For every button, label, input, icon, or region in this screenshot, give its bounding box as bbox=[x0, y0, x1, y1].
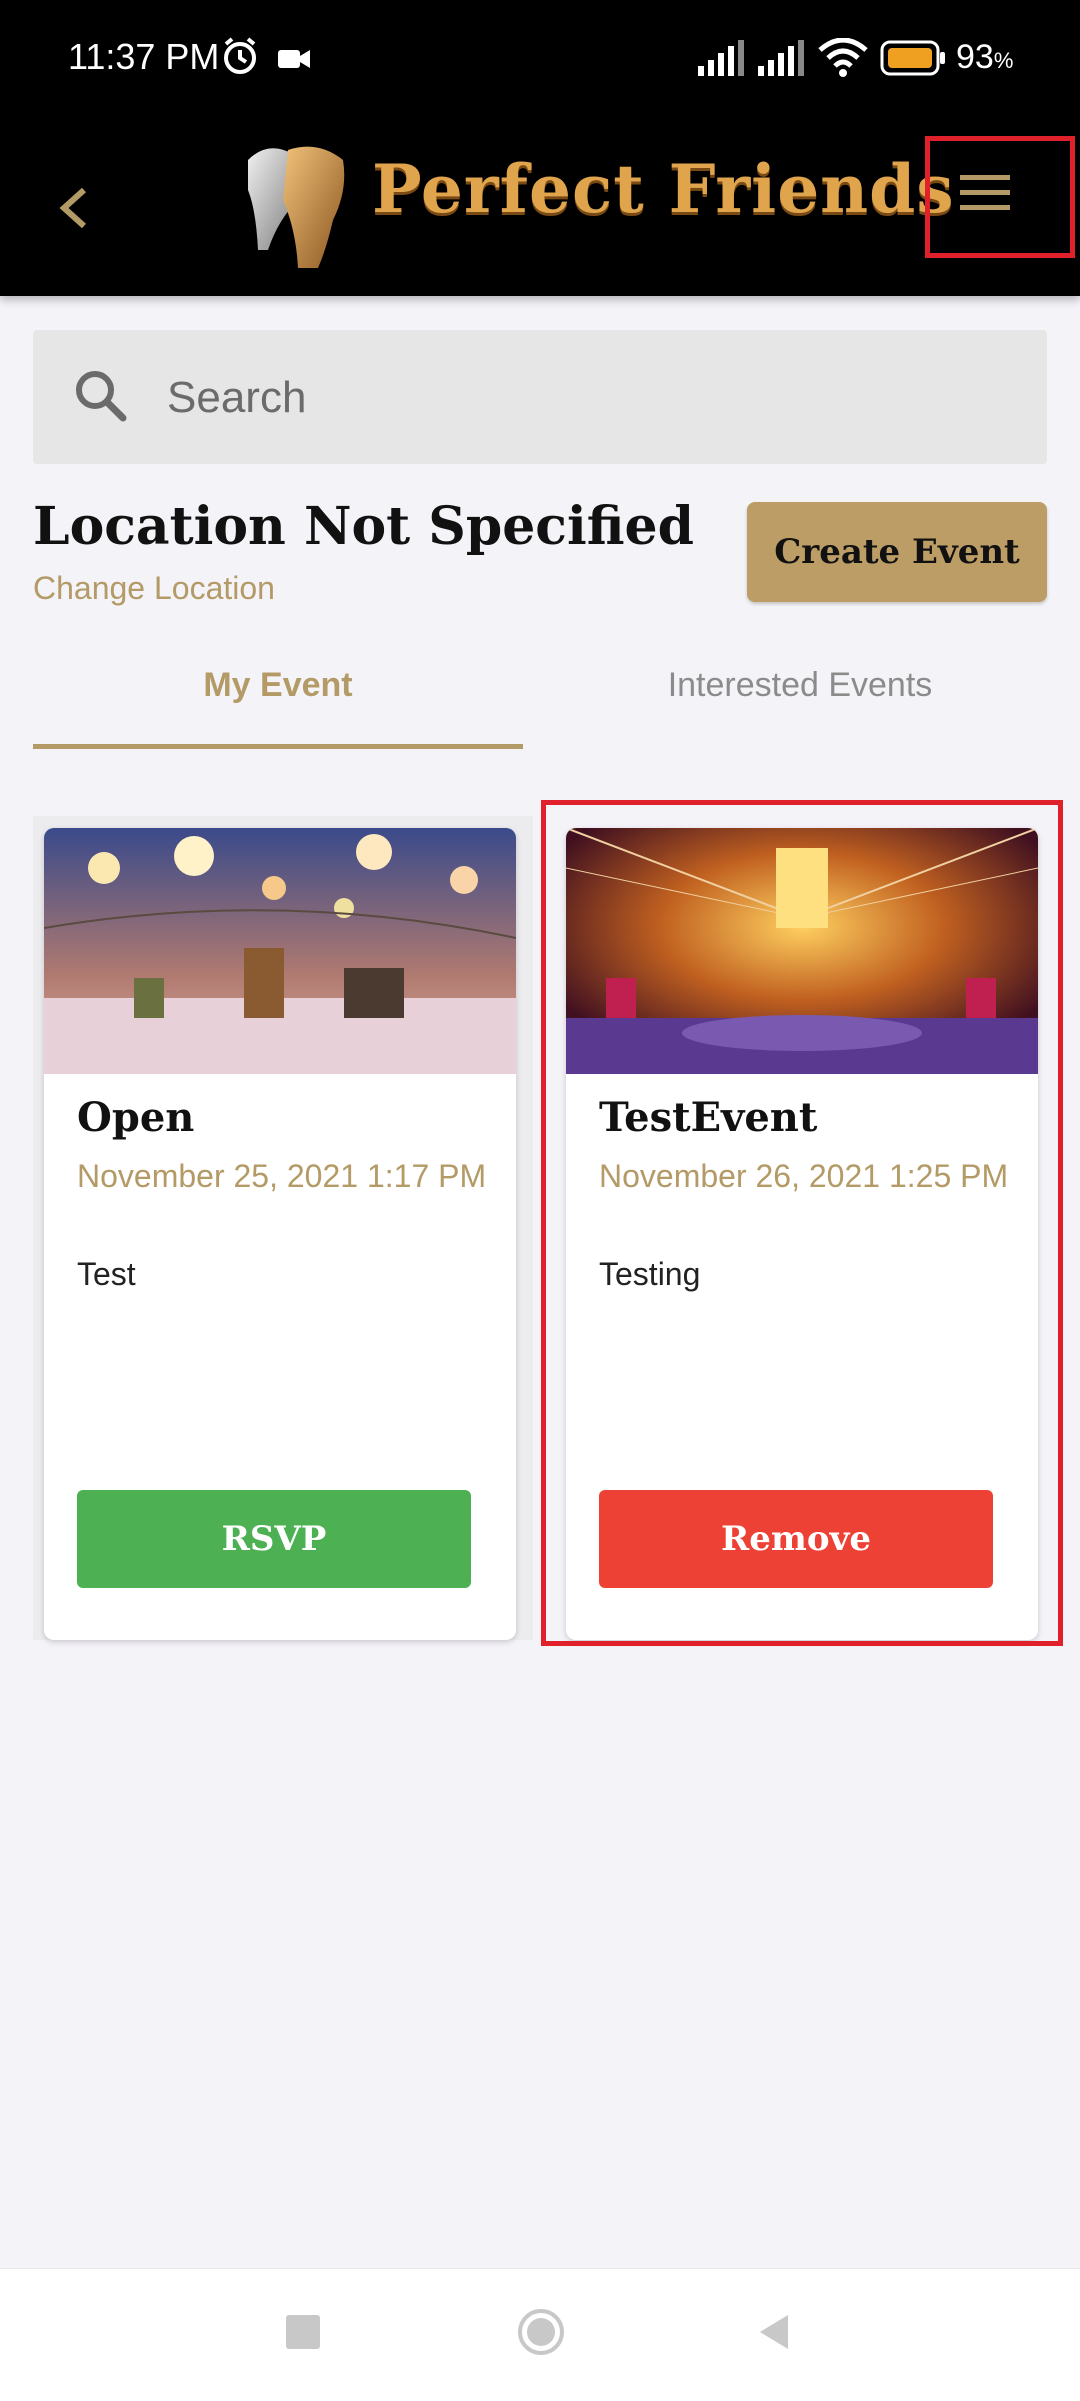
system-nav-bar bbox=[0, 2268, 1080, 2401]
status-bar: 11:37 PM 93% bbox=[0, 0, 1080, 120]
alarm-icon bbox=[220, 36, 260, 81]
back-triangle-icon[interactable] bbox=[754, 2311, 794, 2353]
back-button[interactable] bbox=[52, 170, 112, 246]
app-title: Perfect Friends bbox=[372, 150, 955, 228]
signal-icon bbox=[758, 40, 808, 81]
signal-icon bbox=[698, 40, 748, 81]
search-input[interactable] bbox=[165, 330, 1029, 466]
battery-icon bbox=[880, 40, 946, 81]
tab-interested-events[interactable]: Interested Events bbox=[555, 660, 1045, 750]
battery-percent: 93% bbox=[956, 38, 1014, 76]
event-image bbox=[44, 828, 516, 1074]
event-list: Open November 25, 2021 1:17 PM Test RSVP… bbox=[33, 800, 1063, 1646]
chevron-left-icon bbox=[59, 187, 87, 229]
logo-hands-icon bbox=[238, 140, 358, 270]
event-date: November 25, 2021 1:17 PM bbox=[77, 1158, 487, 1194]
create-event-button[interactable]: Create Event bbox=[747, 502, 1047, 602]
change-location-link[interactable]: Change Location bbox=[33, 570, 275, 607]
wifi-icon bbox=[818, 37, 868, 83]
status-time: 11:37 PM bbox=[68, 36, 220, 77]
search-icon bbox=[76, 371, 127, 422]
menu-button[interactable] bbox=[925, 136, 1075, 258]
home-circle-icon[interactable] bbox=[516, 2307, 566, 2357]
location-title: Location Not Specified bbox=[33, 496, 694, 557]
rsvp-button[interactable]: RSVP bbox=[77, 1490, 471, 1588]
card-highlight-box bbox=[541, 800, 1063, 1646]
event-card[interactable]: Open November 25, 2021 1:17 PM Test RSVP bbox=[44, 828, 516, 1640]
search-bar[interactable] bbox=[33, 330, 1047, 466]
video-camera-icon bbox=[278, 48, 312, 75]
event-title: Open bbox=[77, 1094, 195, 1141]
hamburger-menu-icon bbox=[960, 175, 1010, 210]
app-bar: Perfect Friends bbox=[0, 120, 1080, 296]
event-description: Test bbox=[77, 1256, 136, 1292]
active-tab-indicator bbox=[33, 744, 523, 749]
tab-my-event[interactable]: My Event bbox=[33, 660, 523, 750]
recents-square-icon[interactable] bbox=[286, 2315, 320, 2349]
